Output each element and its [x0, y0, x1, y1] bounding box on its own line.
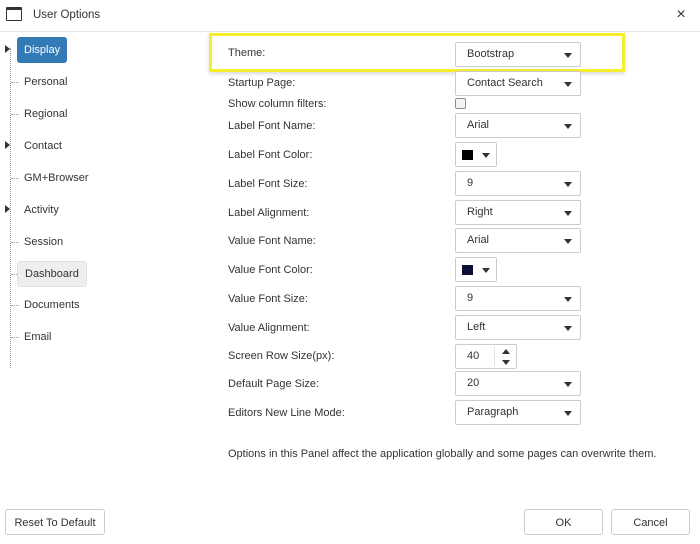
options-tree: Display Personal Regional Contact GM+Bro…: [0, 32, 200, 502]
color-swatch: [462, 150, 473, 160]
ok-button[interactable]: OK: [524, 509, 603, 535]
chevron-down-icon: [564, 82, 572, 87]
value-font-size-select[interactable]: 9: [455, 286, 581, 311]
screen-row-size-value: 40: [467, 350, 480, 362]
label-font-name-value: Arial: [467, 119, 490, 131]
value-font-size-label: Value Font Size:: [228, 293, 308, 305]
chevron-down-icon: [482, 268, 490, 273]
title-bar: User Options ×: [0, 0, 700, 32]
tree-item-contact[interactable]: Contact: [0, 134, 200, 158]
tree-item-session[interactable]: Session: [0, 230, 200, 254]
value-font-size-value: 9: [467, 292, 474, 304]
chevron-down-icon: [482, 153, 490, 158]
tree-item-personal[interactable]: Personal: [0, 70, 200, 94]
window-title: User Options: [33, 9, 101, 21]
chevron-down-icon: [564, 182, 572, 187]
spin-up-icon[interactable]: [496, 346, 515, 357]
value-alignment-label: Value Alignment:: [228, 322, 310, 334]
value-alignment-select[interactable]: Left: [455, 315, 581, 340]
tree-item-regional[interactable]: Regional: [0, 102, 200, 126]
theme-select[interactable]: Bootstrap: [455, 42, 581, 67]
startup-page-label: Startup Page:: [228, 77, 296, 89]
reset-to-default-button[interactable]: Reset To Default: [5, 509, 105, 535]
label-font-name-label: Label Font Name:: [228, 120, 316, 132]
window-icon: [6, 7, 22, 21]
tree-item-label[interactable]: Regional: [17, 102, 74, 126]
tree-item-label[interactable]: Personal: [17, 70, 74, 94]
screen-row-size-spinner[interactable]: 40: [455, 344, 517, 369]
label-font-color-picker[interactable]: [455, 142, 497, 167]
tree-item-email[interactable]: Email: [0, 325, 200, 349]
label-alignment-label: Label Alignment:: [228, 207, 310, 219]
label-font-size-label: Label Font Size:: [228, 178, 308, 190]
label-font-size-select[interactable]: 9: [455, 171, 581, 196]
editors-new-line-mode-label: Editors New Line Mode:: [228, 407, 345, 419]
label-alignment-value: Right: [467, 206, 493, 218]
show-column-filters-checkbox[interactable]: [455, 98, 466, 109]
cancel-button[interactable]: Cancel: [611, 509, 690, 535]
tree-item-label[interactable]: Activity: [17, 198, 66, 222]
chevron-down-icon: [564, 382, 572, 387]
chevron-down-icon: [564, 239, 572, 244]
spin-down-icon[interactable]: [496, 357, 515, 368]
chevron-down-icon: [564, 411, 572, 416]
editors-new-line-mode-select[interactable]: Paragraph: [455, 400, 581, 425]
default-page-size-select[interactable]: 20: [455, 371, 581, 396]
label-alignment-select[interactable]: Right: [455, 200, 581, 225]
tree-item-label[interactable]: Contact: [17, 134, 69, 158]
tree-item-label[interactable]: Email: [17, 325, 59, 349]
tree-item-label[interactable]: Documents: [17, 293, 87, 317]
default-page-size-value: 20: [467, 377, 480, 389]
theme-label: Theme:: [228, 47, 266, 59]
label-font-name-select[interactable]: Arial: [455, 113, 581, 138]
tree-item-label[interactable]: GM+Browser: [17, 166, 96, 190]
show-column-filters-label: Show column filters:: [228, 98, 327, 110]
value-font-color-picker[interactable]: [455, 257, 497, 282]
color-swatch: [462, 265, 473, 275]
startup-page-value: Contact Search: [467, 77, 543, 89]
value-font-name-value: Arial: [467, 234, 490, 246]
tree-item-label[interactable]: Display: [17, 37, 68, 63]
screen-row-size-label: Screen Row Size(px):: [228, 350, 335, 362]
editors-new-line-mode-value: Paragraph: [467, 406, 519, 418]
panel-note: Options in this Panel affect the applica…: [228, 448, 657, 460]
tree-item-display[interactable]: Display: [0, 37, 200, 63]
default-page-size-label: Default Page Size:: [228, 378, 320, 390]
tree-item-activity[interactable]: Activity: [0, 198, 200, 222]
chevron-down-icon: [564, 211, 572, 216]
tree-item-label[interactable]: Session: [17, 230, 70, 254]
value-alignment-value: Left: [467, 321, 486, 333]
chevron-down-icon: [564, 326, 572, 331]
close-icon[interactable]: ×: [672, 6, 690, 24]
tree-item-documents[interactable]: Documents: [0, 293, 200, 317]
tree-item-gm-browser[interactable]: GM+Browser: [0, 166, 200, 190]
chevron-down-icon: [564, 124, 572, 129]
value-font-color-label: Value Font Color:: [228, 264, 313, 276]
expand-arrow-icon[interactable]: [5, 45, 10, 53]
expand-arrow-icon[interactable]: [5, 205, 10, 213]
chevron-down-icon: [564, 53, 572, 58]
value-font-name-select[interactable]: Arial: [455, 228, 581, 253]
tree-item-label[interactable]: Dashboard: [17, 261, 87, 287]
expand-arrow-icon[interactable]: [5, 141, 10, 149]
chevron-down-icon: [564, 297, 572, 302]
label-font-color-label: Label Font Color:: [228, 149, 313, 161]
startup-page-select[interactable]: Contact Search: [455, 71, 581, 96]
tree-item-dashboard[interactable]: Dashboard: [0, 261, 200, 287]
theme-value: Bootstrap: [467, 48, 515, 60]
value-font-name-label: Value Font Name:: [228, 235, 316, 247]
label-font-size-value: 9: [467, 177, 474, 189]
